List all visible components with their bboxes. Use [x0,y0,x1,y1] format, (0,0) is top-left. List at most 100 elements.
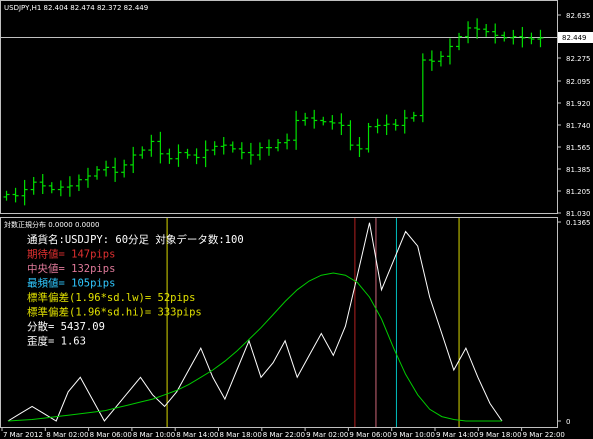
ohlc-bar [148,134,155,157]
time-axis: 7 Mar 2012 8 Mar 02:00 8 Mar 06:00 8 Mar 10… [1,428,565,439]
ohlc-bar [256,142,263,161]
ohlc-bar [392,118,399,131]
ohlc-bar [419,53,426,123]
ohlc-bar [365,122,372,153]
ohlc-bar [166,148,173,164]
time-tick-label: 8 Mar 02:00 [46,431,88,439]
price-tick-label: 81.565 [566,144,591,152]
ohlc-bar [311,109,318,129]
price-tick-label: 82.275 [566,55,591,63]
ohlc-bar [501,31,508,42]
price-panel-frame [0,0,558,214]
ohlc-bar [121,159,128,178]
time-tick-label: 9 Mar 22:00 [523,431,565,439]
time-tick-label: 8 Mar 18:00 [220,431,262,439]
ohlc-bar [66,176,73,197]
ohlc-bar [21,179,28,206]
marker-lines [166,218,460,427]
ohlc-bar [284,133,291,150]
info-text-block: 通貨名:USDJPY: 60分足 対象データ数:100 期待値= 147pips中… [27,233,244,348]
info-line: 最頻値= 105pips [27,277,115,290]
ohlc-bar [428,50,435,71]
price-tick-label: 81.205 [566,188,591,196]
ohlc-bar [39,174,46,195]
info-line: 歪度= 1.63 [27,335,86,348]
ohlc-bar [103,160,110,177]
current-price-label: 82.449 [562,34,587,42]
ohlc-bar [94,166,101,180]
price-tick-label: 81.030 [566,210,591,218]
indicator-header: 対数正規分布 0.0000 0.0000 [4,220,99,229]
ohlc-bar [465,21,472,44]
ohlc-bar [456,32,463,51]
indicator-axis: 0.1365 0 [557,219,591,426]
ohlc-bar [175,144,182,167]
time-tick-label: 8 Mar 22:00 [263,431,305,439]
time-tick-label: 7 Mar 2012 [3,431,43,439]
price-tick-label: 81.740 [566,122,591,130]
ohlc-bar [84,167,91,188]
ohlc-bar [374,118,381,134]
ohlc-bar [329,115,336,130]
ohlc-bars [3,18,544,206]
ohlc-bar [247,142,254,165]
price-tick-label: 81.385 [566,166,591,174]
time-tick-label: 8 Mar 10:00 [133,431,175,439]
ohlc-bar [139,146,146,159]
info-line: 分散= 5437.09 [27,320,105,333]
ohlc-bar [48,182,55,194]
ohlc-bar [401,109,408,134]
info-line: 期待値= 147pips [27,248,115,261]
ohlc-bar [75,174,82,192]
ohlc-bar [57,180,64,197]
ohlc-bar [202,140,209,168]
time-tick-label: 9 Mar 18:00 [479,431,521,439]
ohlc-bar [302,112,309,126]
info-line: 中央値= 132pips [27,262,115,275]
ohlc-bar [356,137,363,157]
ohlc-bar [130,146,137,174]
ohlc-bar [184,148,191,159]
ohlc-bar [211,141,218,156]
ohlc-bar [338,113,345,136]
ohlc-bar [320,116,327,126]
price-tick-label: 81.920 [566,100,591,108]
time-tick-label: 8 Mar 06:00 [90,431,132,439]
ohlc-bar [265,139,272,156]
price-tick-label: 82.095 [566,78,591,86]
ohlc-bar [3,190,10,201]
indicator-tick-label: 0 [566,418,570,426]
ohlc-bar [220,137,227,155]
ohlc-bar [483,24,490,37]
price-tick-label: 82.635 [566,12,591,20]
info-line: 通貨名:USDJPY: 60分足 対象データ数:100 [27,233,244,246]
time-tick-label: 9 Mar 10:00 [393,431,435,439]
ohlc-bar [193,148,200,165]
time-tick-label: 9 Mar 06:00 [349,431,391,439]
ohlc-bar [112,157,119,182]
ohlc-bar [229,141,236,153]
ohlc-bar [474,18,481,39]
ohlc-bar [410,111,417,122]
chart-window: USDJPY,H1 82.404 82.474 82.372 82.449 対数… [0,0,593,439]
ohlc-bar [30,176,37,195]
ohlc-bar [275,138,282,152]
time-tick-label: 9 Mar 14:00 [436,431,478,439]
symbol-header: USDJPY,H1 82.404 82.474 82.372 82.449 [4,4,148,12]
ohlc-bar [492,23,499,44]
ohlc-bar [383,114,390,136]
indicator-tick-label: 0.1365 [566,219,591,227]
ohlc-bar [12,187,19,203]
ohlc-bar [528,32,535,45]
ohlc-bar [537,29,544,48]
ohlc-bar [437,51,444,67]
time-tick-label: 9 Mar 02:00 [306,431,348,439]
ohlc-bar [293,110,300,150]
info-line: 標準偏差(1.96*sd.hi)= 333pips [27,306,202,319]
ohlc-bar [446,38,453,65]
info-line: 標準偏差(1.96*sd.lw)= 52pips [27,291,195,304]
time-tick-label: 8 Mar 14:00 [176,431,218,439]
ohlc-bar [238,142,245,160]
ohlc-bar [157,131,164,164]
ohlc-bar [347,120,354,151]
